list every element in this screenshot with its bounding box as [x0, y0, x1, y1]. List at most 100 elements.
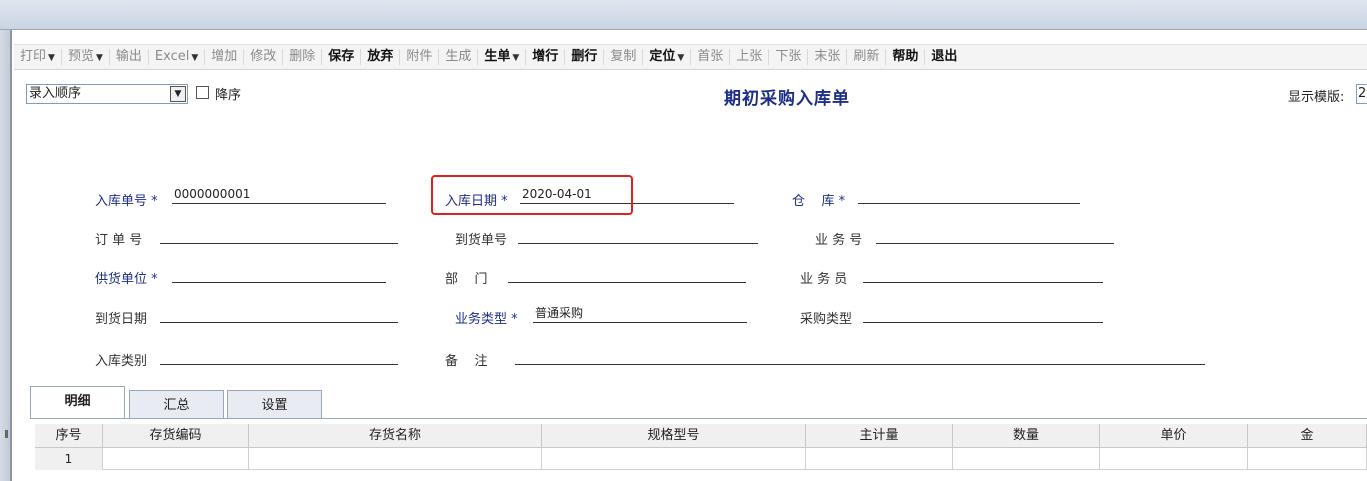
- descending-checkbox[interactable]: [196, 86, 209, 99]
- clerk-field[interactable]: [863, 265, 1103, 283]
- discard-button[interactable]: 放弃: [361, 47, 399, 67]
- next-label: 下张: [775, 49, 802, 64]
- delete-row-button[interactable]: 删行: [565, 47, 603, 67]
- column-header[interactable]: 单价: [1100, 424, 1248, 448]
- refresh-label: 刷新: [853, 49, 880, 64]
- descending-label: 降序: [215, 88, 242, 103]
- sort-order-value: 录入顺序: [29, 86, 82, 101]
- delete-row-label: 删行: [571, 49, 598, 64]
- next-button[interactable]: 下张: [769, 47, 807, 67]
- arrival-date-field[interactable]: [160, 305, 398, 323]
- supplier-label: 供货单位 *: [95, 272, 158, 287]
- preview-button[interactable]: 预览 ▼: [62, 47, 109, 67]
- copy-label: 复制: [610, 49, 637, 64]
- business-no-label: 业 务 号: [815, 233, 863, 248]
- sort-order-select[interactable]: 录入顺序 ▼: [26, 84, 188, 104]
- edit-label: 修改: [250, 49, 277, 64]
- table-cell[interactable]: [103, 448, 249, 470]
- generate-label: 生成: [445, 49, 472, 64]
- column-header[interactable]: 金: [1248, 424, 1367, 448]
- warehouse-field[interactable]: [858, 186, 1080, 204]
- save-label: 保存: [328, 49, 355, 64]
- chevron-down-icon[interactable]: ▼: [191, 53, 198, 63]
- page-title: 期初采购入库单: [724, 89, 850, 109]
- arrival-no-field[interactable]: [518, 226, 758, 244]
- delete-button[interactable]: 删除: [283, 47, 321, 67]
- chevron-down-icon[interactable]: ▼: [512, 53, 519, 63]
- create-from-label: 生单: [484, 49, 511, 64]
- business-type-label: 业务类型 *: [455, 312, 518, 327]
- table-cell[interactable]: [1100, 448, 1248, 470]
- locate-button[interactable]: 定位 ▼: [643, 47, 690, 67]
- receipt-category-label: 入库类别: [95, 354, 148, 369]
- tab-detail[interactable]: 明细: [30, 386, 125, 419]
- arrival-no-label: 到货单号: [455, 233, 508, 248]
- help-button[interactable]: 帮助: [886, 47, 924, 67]
- attachment-label: 附件: [406, 49, 433, 64]
- excel-button[interactable]: Excel ▼: [149, 47, 204, 67]
- help-label: 帮助: [892, 49, 919, 64]
- excel-label: Excel: [154, 49, 190, 64]
- tab-summary[interactable]: 汇总: [129, 390, 224, 419]
- locate-label: 定位: [649, 49, 676, 64]
- splitter-grip-icon: [5, 430, 8, 438]
- table-cell[interactable]: [249, 448, 542, 470]
- generate-button[interactable]: 生成: [439, 47, 477, 67]
- add-row-button[interactable]: 增行: [526, 47, 564, 67]
- template-label: 显示模版:: [1288, 90, 1345, 105]
- column-header[interactable]: 存货编码: [103, 424, 249, 448]
- row-number: 1: [35, 448, 103, 470]
- exit-button[interactable]: 退出: [925, 47, 963, 67]
- previous-button[interactable]: 上张: [730, 47, 768, 67]
- chevron-down-icon[interactable]: ▼: [677, 53, 684, 63]
- edit-button[interactable]: 修改: [244, 47, 282, 67]
- receipt-no-field[interactable]: 0000000001: [172, 186, 386, 204]
- highlight-box: [431, 175, 633, 215]
- refresh-button[interactable]: 刷新: [847, 47, 885, 67]
- save-button[interactable]: 保存: [322, 47, 360, 67]
- attachment-button[interactable]: 附件: [400, 47, 438, 67]
- receipt-category-field[interactable]: [160, 347, 398, 365]
- column-header[interactable]: 序号: [35, 424, 103, 448]
- table-cell[interactable]: [806, 448, 953, 470]
- column-header[interactable]: 主计量: [806, 424, 953, 448]
- table-cell[interactable]: [542, 448, 806, 470]
- remark-label: 备 注: [445, 354, 488, 369]
- receipt-no-label: 入库单号 *: [95, 194, 158, 209]
- table-cell[interactable]: [1248, 448, 1367, 470]
- business-type-field[interactable]: 普通采购: [533, 305, 747, 323]
- window-title-bar: [0, 0, 1367, 30]
- chevron-down-icon[interactable]: ▼: [48, 53, 55, 63]
- table-row[interactable]: 1: [35, 448, 1367, 470]
- print-button[interactable]: 打印 ▼: [14, 47, 61, 67]
- column-header[interactable]: 数量: [953, 424, 1100, 448]
- left-panel-splitter[interactable]: [0, 30, 12, 481]
- tab-divider: [30, 418, 1367, 419]
- tab-settings[interactable]: 设置: [227, 390, 322, 419]
- order-no-field[interactable]: [160, 226, 398, 244]
- discard-label: 放弃: [367, 49, 394, 64]
- template-select[interactable]: 2: [1356, 84, 1367, 104]
- table-cell[interactable]: [953, 448, 1100, 470]
- department-field[interactable]: [508, 265, 746, 283]
- purchase-type-label: 采购类型: [800, 312, 853, 327]
- remark-field[interactable]: [515, 347, 1205, 365]
- previous-label: 上张: [736, 49, 763, 64]
- column-header[interactable]: 规格型号: [542, 424, 806, 448]
- warehouse-label: 仓 库 *: [792, 194, 846, 209]
- copy-button[interactable]: 复制: [604, 47, 642, 67]
- business-no-field[interactable]: [876, 226, 1114, 244]
- chevron-down-icon[interactable]: ▼: [170, 86, 186, 102]
- purchase-type-field[interactable]: [863, 305, 1103, 323]
- export-button[interactable]: 输出: [110, 47, 148, 67]
- first-label: 首张: [697, 49, 724, 64]
- chevron-down-icon[interactable]: ▼: [96, 53, 103, 63]
- create-from-button[interactable]: 生单 ▼: [478, 47, 525, 67]
- add-button[interactable]: 增加: [205, 47, 243, 67]
- first-button[interactable]: 首张: [691, 47, 729, 67]
- supplier-field[interactable]: [172, 265, 386, 283]
- column-header[interactable]: 存货名称: [249, 424, 542, 448]
- last-button[interactable]: 末张: [808, 47, 846, 67]
- toolbar: 打印 ▼ 预览 ▼ 输出 Excel ▼ 增加 修改 删除 保存 放弃 附件 生成 生单 ▼ 增行 删行 复制 定位 ▼…: [14, 44, 1367, 70]
- order-no-label: 订 单 号: [95, 233, 143, 248]
